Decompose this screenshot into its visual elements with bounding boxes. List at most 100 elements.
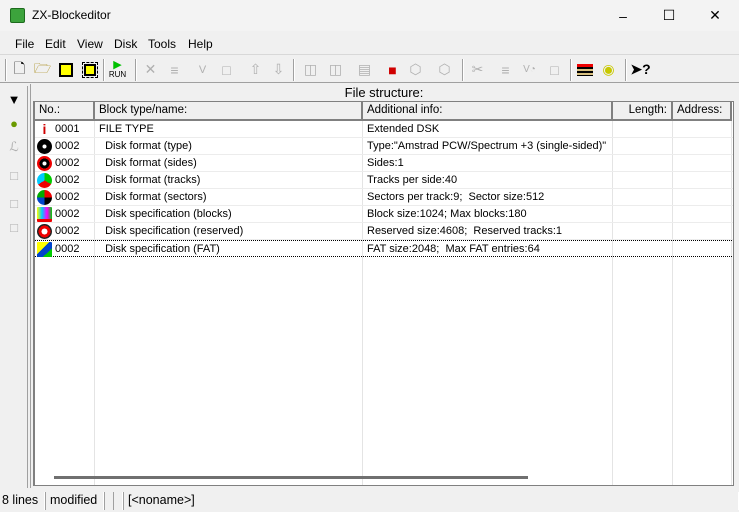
cell-address — [673, 172, 732, 189]
disk-type-icon — [37, 139, 52, 154]
table-row[interactable]: 0002 Disk specification (reserved) Reserv… — [35, 223, 733, 240]
table-row[interactable]: i 0001 FILE TYPE Extended DSK — [35, 121, 733, 138]
tree-view-icon[interactable]: ▼ — [5, 90, 23, 108]
split-icon[interactable]: ◫ — [300, 59, 321, 80]
block-icon[interactable]: ⬡ — [434, 59, 455, 80]
toolbar: 🗋 🗁 ▶ RUN ✕ ≡ V □ ⇧ ⇩ ◫ ◫ ▤ ■ ⬡ ⬡ ✂ ≡ V◔ … — [0, 56, 739, 83]
table-row[interactable]: 0002 Disk specification (blocks) Block si… — [35, 206, 733, 223]
block-export-icon[interactable]: ⬡ — [405, 59, 426, 80]
menu-file[interactable]: File — [15, 37, 34, 51]
window-title: ZX-Blockeditor — [32, 8, 111, 22]
minimize-button[interactable]: – — [600, 0, 646, 31]
table-row[interactable]: 0002 Disk format (sides) Sides:1 — [35, 155, 733, 172]
cell-info: Sectors per track:9; Sector size:512 — [367, 191, 545, 203]
menu-disk[interactable]: Disk — [114, 37, 137, 51]
move-up-icon[interactable]: ⇧ — [245, 59, 266, 80]
window-icon[interactable]: ▤ — [354, 59, 375, 80]
table-row[interactable]: 0002 Disk format (sectors) Sectors per tr… — [35, 189, 733, 206]
cell-address — [673, 189, 732, 206]
add-block-icon[interactable]: ■ — [382, 59, 403, 80]
open-folder-icon[interactable]: 🗁 — [32, 59, 53, 80]
edit-icon[interactable]: ≡ — [164, 59, 185, 80]
table-row[interactable]: 0002 Disk format (tracks) Tracks per side… — [35, 172, 733, 189]
close-button[interactable]: ✕ — [692, 0, 738, 31]
disk-sectors-icon — [37, 190, 52, 205]
cell-length — [613, 189, 673, 206]
merge-icon[interactable]: ◫ — [325, 59, 346, 80]
separator — [293, 59, 295, 81]
version-icon[interactable]: V◔ — [519, 59, 540, 80]
cell-no: 0002 — [55, 140, 80, 152]
clipboard-icon[interactable]: □ — [544, 59, 565, 80]
column-header-address[interactable]: Address: — [673, 102, 732, 121]
separator — [103, 59, 105, 81]
table-row[interactable]: 0002 Disk specification (FAT) FAT size:20… — [35, 240, 733, 258]
flag-icon[interactable]: □ — [5, 194, 23, 212]
run-label: RUN — [108, 69, 127, 79]
separator — [5, 59, 7, 81]
pears-icon[interactable]: ● — [5, 114, 23, 132]
cassette-icon[interactable]: ◉ — [598, 59, 619, 80]
run-button[interactable]: ▶ RUN — [107, 59, 128, 80]
cell-info: Type:"Amstrad PCW/Spectrum +3 (single-si… — [367, 140, 607, 152]
fat-icon — [37, 242, 52, 257]
copy-icon[interactable]: ≡ — [495, 59, 516, 80]
box-icon[interactable]: □ — [5, 166, 23, 184]
context-help-icon[interactable]: ➤? — [630, 59, 651, 80]
cell-address — [673, 155, 732, 172]
column-header-no[interactable]: No.: — [35, 102, 95, 121]
horizontal-scrollbar[interactable] — [54, 476, 528, 479]
edit-disabled-icon[interactable]: ℒ — [5, 138, 23, 156]
menu-help[interactable]: Help — [188, 37, 213, 51]
cell-info: Sides:1 — [367, 157, 404, 169]
side-toolbar: ▼ ● ℒ □ □ □ — [0, 86, 28, 488]
cell-length — [613, 241, 673, 258]
table-row[interactable]: 0002 Disk format (type) Type:"Amstrad PCW… — [35, 138, 733, 155]
maximize-button[interactable]: ☐ — [646, 0, 692, 31]
menu-tools[interactable]: Tools — [148, 37, 176, 51]
status-panel-4 — [113, 492, 123, 510]
blocks-icon — [37, 207, 52, 222]
panel-heading: File structure: — [344, 85, 424, 100]
app-icon — [10, 8, 25, 23]
cell-address — [673, 138, 732, 155]
menu-view[interactable]: View — [77, 37, 103, 51]
column-header-info[interactable]: Additional info: — [363, 102, 613, 121]
save-all-icon[interactable] — [79, 59, 100, 80]
cell-name: Disk specification (blocks) — [99, 208, 232, 220]
column-header-length[interactable]: Length: — [613, 102, 673, 121]
column-header-block[interactable]: Block type/name: — [95, 102, 363, 121]
save-icon[interactable] — [55, 59, 76, 80]
cell-name: Disk specification (FAT) — [99, 243, 220, 255]
cell-name: FILE TYPE — [99, 123, 154, 135]
tape-icon[interactable] — [574, 59, 595, 80]
move-down-icon[interactable]: ⇩ — [268, 59, 289, 80]
paste-icon[interactable]: □ — [216, 59, 237, 80]
cell-no: 0001 — [55, 123, 80, 135]
cell-no: 0002 — [55, 157, 80, 169]
rename-icon[interactable]: V — [192, 59, 213, 80]
page-icon[interactable]: □ — [5, 218, 23, 236]
cell-name: Disk format (tracks) — [99, 174, 201, 186]
delete-icon[interactable]: ✕ — [140, 59, 161, 80]
cell-name: Disk format (sides) — [99, 157, 197, 169]
info-icon: i — [42, 121, 47, 137]
menu-edit[interactable]: Edit — [45, 37, 66, 51]
cell-name: Disk format (sectors) — [99, 191, 207, 203]
status-bar: 8 lines modified [<noname>] — [0, 490, 739, 512]
block-table[interactable]: No.: Block type/name: Additional info: L… — [33, 101, 734, 486]
new-file-icon[interactable]: 🗋 — [9, 59, 30, 80]
cut-icon[interactable]: ✂ — [467, 59, 488, 80]
separator — [135, 59, 137, 81]
cell-length — [613, 121, 673, 138]
cell-address — [673, 223, 732, 240]
cell-info: Block size:1024; Max blocks:180 — [367, 208, 527, 220]
cell-no: 0002 — [55, 174, 80, 186]
cell-length — [613, 155, 673, 172]
cell-name: Disk specification (reserved) — [99, 225, 244, 237]
cell-address — [673, 241, 732, 258]
cell-info: FAT size:2048; Max FAT entries:64 — [367, 243, 540, 255]
cell-no: 0002 — [55, 208, 80, 220]
cell-name: Disk format (type) — [99, 140, 192, 152]
cell-length — [613, 206, 673, 223]
